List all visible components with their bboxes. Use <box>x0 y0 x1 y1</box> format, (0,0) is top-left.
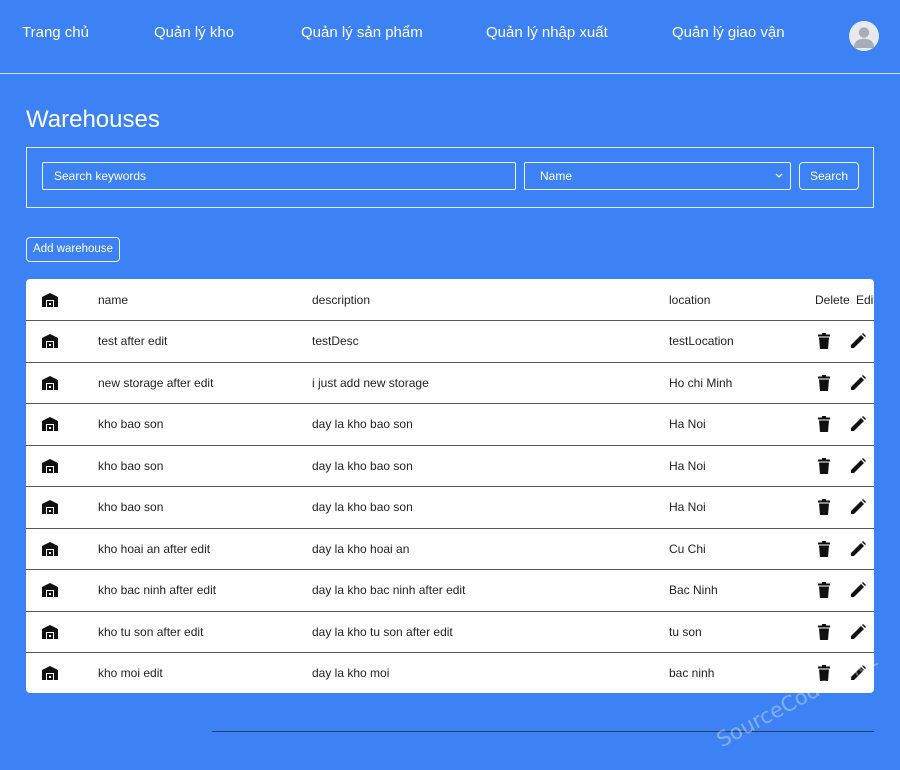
table-row: kho bao son day la kho bao son Ha Noi <box>26 486 874 528</box>
nav-item-warehouse-management[interactable]: Quản lý kho <box>154 24 234 41</box>
nav-item-import-export-management[interactable]: Quản lý nhập xuất <box>486 24 608 41</box>
row-name: kho bao son <box>98 500 164 515</box>
row-name: test after edit <box>98 334 168 349</box>
row-description: day la kho bao son <box>312 500 413 515</box>
row-description: testDesc <box>312 334 359 349</box>
column-header-location[interactable]: location <box>669 293 710 307</box>
trash-icon[interactable] <box>817 416 831 433</box>
search-button[interactable]: Search <box>799 162 859 190</box>
row-location: Ha Noi <box>669 500 706 515</box>
chevron-down-icon <box>774 163 784 200</box>
column-header-name[interactable]: name <box>98 293 128 307</box>
row-description: day la kho bao son <box>312 417 413 432</box>
table-row: kho bac ninh after edit day la kho bac n… <box>26 569 874 611</box>
warehouse-icon <box>42 375 58 390</box>
warehouse-icon <box>42 666 58 681</box>
trash-icon[interactable] <box>817 582 831 599</box>
table-row: new storage after edit i just add new st… <box>26 361 874 404</box>
warehouses-table: name description location Delete Edit te… <box>26 279 874 693</box>
pencil-icon[interactable] <box>850 457 866 474</box>
warehouse-icon <box>42 624 58 639</box>
table-row: kho hoai an after edit day la kho hoai a… <box>26 527 874 570</box>
row-name: kho tu son after edit <box>98 624 204 639</box>
page-title: Warehouses <box>26 106 160 133</box>
warehouse-icon <box>42 417 58 432</box>
search-panel: Name Search <box>26 147 874 208</box>
add-warehouse-button[interactable]: Add warehouse <box>26 237 120 262</box>
table-row: test after edit testDesc testLocation <box>26 320 874 362</box>
user-silhouette-icon <box>853 27 875 48</box>
nav-item-product-management[interactable]: Quản lý sản phẩm <box>301 24 423 41</box>
warehouse-icon <box>42 500 58 515</box>
table-row: kho tu son after edit day la kho tu son … <box>26 610 874 653</box>
pencil-icon[interactable] <box>850 540 866 557</box>
search-input[interactable] <box>42 162 516 190</box>
trash-icon[interactable] <box>817 457 831 474</box>
search-field-select-value: Name <box>540 169 573 183</box>
warehouse-icon <box>42 458 58 473</box>
row-name: kho bao son <box>98 458 164 473</box>
table-header-row: name description location Delete Edit <box>26 279 874 321</box>
pencil-icon[interactable] <box>850 499 866 515</box>
footer-divider <box>212 731 874 732</box>
row-location: Bac Ninh <box>669 583 718 598</box>
warehouse-icon <box>42 541 58 556</box>
search-field-select[interactable]: Name <box>524 162 791 190</box>
pencil-icon[interactable] <box>850 582 866 598</box>
row-description: day la kho tu son after edit <box>312 624 453 639</box>
row-name: kho bac ninh after edit <box>98 583 217 598</box>
row-name: kho bao son <box>98 417 164 432</box>
row-location: tu son <box>669 624 702 639</box>
row-location: Ho chi Minh <box>669 375 733 390</box>
row-description: day la kho bao son <box>312 458 413 473</box>
column-header-delete: Delete <box>815 292 850 307</box>
trash-icon[interactable] <box>817 623 831 640</box>
row-location: bac ninh <box>669 666 715 681</box>
row-description: day la kho moi <box>312 666 390 681</box>
warehouse-icon <box>42 583 58 598</box>
row-location: Ha Noi <box>669 417 706 432</box>
row-name: kho hoai an after edit <box>98 541 211 556</box>
table-row: kho moi edit day la kho moi bac ninh <box>26 652 874 693</box>
row-location: Cu Chi <box>669 541 706 556</box>
warehouse-icon <box>42 334 58 349</box>
row-description: day la kho bac ninh after edit <box>312 583 466 598</box>
pencil-icon[interactable] <box>850 623 866 640</box>
column-header-edit: Edit <box>856 292 874 307</box>
row-location: Ha Noi <box>669 458 706 473</box>
nav-item-home[interactable]: Trang chủ <box>22 24 89 41</box>
user-avatar-icon[interactable] <box>849 21 879 51</box>
row-description: i just add new storage <box>312 375 429 390</box>
pencil-icon[interactable] <box>850 416 866 432</box>
trash-icon[interactable] <box>817 333 831 350</box>
top-navigation: Trang chủ Quản lý kho Quản lý sản phẩm Q… <box>0 0 900 74</box>
warehouse-icon <box>42 292 58 307</box>
trash-icon[interactable] <box>817 374 831 391</box>
row-name: new storage after edit <box>98 375 214 390</box>
table-row: kho bao son day la kho bao son Ha Noi <box>26 403 874 445</box>
pencil-icon[interactable] <box>850 374 866 391</box>
trash-icon[interactable] <box>817 499 831 516</box>
row-location: testLocation <box>669 334 734 349</box>
row-name: kho moi edit <box>98 666 163 681</box>
trash-icon[interactable] <box>817 540 831 557</box>
column-header-description[interactable]: description <box>312 293 370 307</box>
table-row: kho bao son day la kho bao son Ha Noi <box>26 444 874 487</box>
nav-item-delivery-management[interactable]: Quản lý giao vận <box>672 24 785 41</box>
row-description: day la kho hoai an <box>312 541 410 556</box>
pencil-icon[interactable] <box>850 333 866 349</box>
